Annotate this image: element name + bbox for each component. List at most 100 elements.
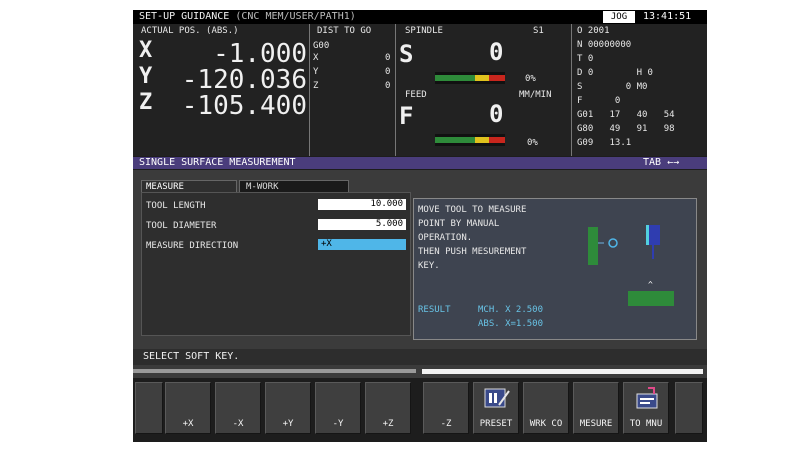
modal-line: S 0 M0: [577, 82, 648, 92]
softkey-label: TO MNU: [629, 419, 663, 429]
softkey-label: +Y: [282, 419, 294, 429]
dist-value-y: 0: [385, 67, 391, 77]
guidance-box: MOVE TOOL TO MEASURE POINT BY MANUAL OPE…: [413, 198, 697, 340]
spindle-letter: S: [399, 40, 414, 68]
scroll-indicator-left: [133, 369, 416, 373]
axis-value-z: -105.400: [181, 91, 307, 121]
softkey-label: WRK CO: [529, 419, 563, 429]
scroll-indicator-right: [422, 369, 703, 374]
meter-red: [489, 75, 505, 81]
axis-label-x: X: [139, 38, 153, 63]
divider: [571, 24, 572, 156]
path-indicator: (CNC MEM/USER/PATH1): [235, 11, 356, 22]
softkey-label: +X: [182, 419, 194, 429]
modal-line: D 0 H 0: [577, 68, 653, 78]
modal-line: G09 13.1: [577, 138, 632, 148]
tool-diameter-label: TOOL DIAMETER: [146, 221, 217, 231]
guide-line: POINT BY MANUAL: [418, 219, 500, 229]
probe-ball-icon: [608, 238, 618, 248]
dist-code: G00: [313, 41, 330, 51]
modal-line: N 00000000: [577, 40, 632, 50]
prompt-text: SELECT SOFT KEY.: [143, 351, 240, 362]
tab-m-work[interactable]: M-WORK: [239, 180, 349, 192]
feed-value: 0: [489, 100, 504, 128]
divider: [395, 24, 396, 156]
preset-icon: [484, 388, 510, 408]
spindle-header: SPINDLE: [405, 26, 443, 36]
guide-line: OPERATION.: [418, 233, 473, 243]
modal-line: F 0: [577, 96, 621, 106]
workpiece-side-icon: [588, 227, 598, 265]
mode-indicator: JOG: [603, 11, 635, 23]
softkey-label: MESURE: [579, 419, 613, 429]
spindle-value: 0: [489, 38, 504, 66]
modal-line: G80 49 91 98: [577, 124, 675, 134]
tool-length-input[interactable]: 10.000: [318, 199, 406, 210]
tab-measure[interactable]: MEASURE: [141, 180, 237, 192]
prompt-line: SELECT SOFT KEY.: [133, 349, 707, 365]
guide-line: MOVE TOOL TO MEASURE: [418, 205, 527, 215]
modal-line: O 2001: [577, 26, 610, 36]
clock: 13:41:51: [643, 11, 692, 22]
spindle-pct: 0%: [525, 74, 536, 84]
dist-value-z: 0: [385, 81, 391, 91]
tool-length-label: TOOL LENGTH: [146, 201, 206, 211]
modal-line: G01 17 40 54: [577, 110, 675, 120]
meter-green: [435, 137, 475, 143]
tool-diameter-input[interactable]: 5.000: [318, 219, 406, 230]
softkey-minus-y[interactable]: -Y: [315, 382, 361, 434]
spindle-load-meter: [435, 72, 505, 84]
softkey-left-arrow[interactable]: [135, 382, 163, 434]
measure-form: TOOL LENGTH 10.000 TOOL DIAMETER 5.000 M…: [141, 192, 411, 336]
dist-axis-x: X: [313, 53, 319, 63]
softkey-measure[interactable]: MESURE: [573, 382, 619, 434]
softkey-label: -Y: [332, 419, 344, 429]
softkey-minus-z[interactable]: -Z: [423, 382, 469, 434]
meter-red: [489, 137, 505, 143]
result-machine: MCH. X 2.500: [478, 305, 544, 315]
dist-axis-y: Y: [313, 67, 319, 77]
softkey-right-arrow[interactable]: [675, 382, 703, 434]
softkey-label: -Z: [440, 419, 452, 429]
svg-text:^: ^: [648, 280, 653, 289]
softkey-plus-x[interactable]: +X: [165, 382, 211, 434]
softkey-label: +Z: [382, 419, 394, 429]
softkey-label: -X: [232, 419, 244, 429]
softkey-to-menu[interactable]: TO MNU: [623, 382, 669, 434]
feed-letter: F: [399, 102, 414, 130]
screen-name: SET-UP GUIDANCE: [139, 11, 230, 22]
measure-direction-select[interactable]: +X: [318, 239, 406, 250]
spindle-number: S1: [533, 26, 544, 36]
section-title: SINGLE SURFACE MEASUREMENT: [139, 157, 296, 168]
tab-switch-hint: TAB ←→: [643, 157, 680, 168]
meter-yellow: [475, 75, 489, 81]
status-area: ACTUAL POS. (ABS.) X -1.000 Y -120.036 Z…: [133, 24, 707, 156]
axis-label-y: Y: [139, 64, 153, 89]
softkey-minus-x[interactable]: -X: [215, 382, 261, 434]
softkey-label: PRESET: [479, 419, 513, 429]
result-absolute: ABS. X=1.500: [478, 319, 544, 329]
menu-icon: [636, 387, 658, 409]
measure-direction-label: MEASURE DIRECTION: [146, 241, 239, 251]
screen-title: SET-UP GUIDANCE (CNC MEM/USER/PATH1): [139, 12, 356, 22]
softkey-work-coord[interactable]: WRK CO: [523, 382, 569, 434]
measure-diagram: ^: [588, 225, 674, 306]
guide-line: THEN PUSH MESUREMENT: [418, 247, 527, 257]
feed-header: FEED: [405, 90, 427, 100]
guide-line: KEY.: [418, 261, 440, 271]
dist-value-x: 0: [385, 53, 391, 63]
softkey-plus-z[interactable]: +Z: [365, 382, 411, 434]
cnc-screen: SET-UP GUIDANCE (CNC MEM/USER/PATH1) JOG…: [133, 10, 707, 442]
softkey-preset[interactable]: PRESET: [473, 382, 519, 434]
workpiece-bottom-icon: [628, 291, 674, 306]
divider: [309, 24, 310, 156]
dist-to-go-header: DIST TO GO: [317, 26, 372, 36]
dist-axis-z: Z: [313, 81, 319, 91]
meter-green: [435, 75, 475, 81]
softkey-plus-y[interactable]: +Y: [265, 382, 311, 434]
meter-yellow: [475, 137, 489, 143]
title-bar: SET-UP GUIDANCE (CNC MEM/USER/PATH1) JOG…: [133, 10, 707, 24]
feed-meter: [435, 134, 505, 146]
axis-label-z: Z: [139, 90, 153, 115]
modal-line: T 0: [577, 54, 594, 64]
